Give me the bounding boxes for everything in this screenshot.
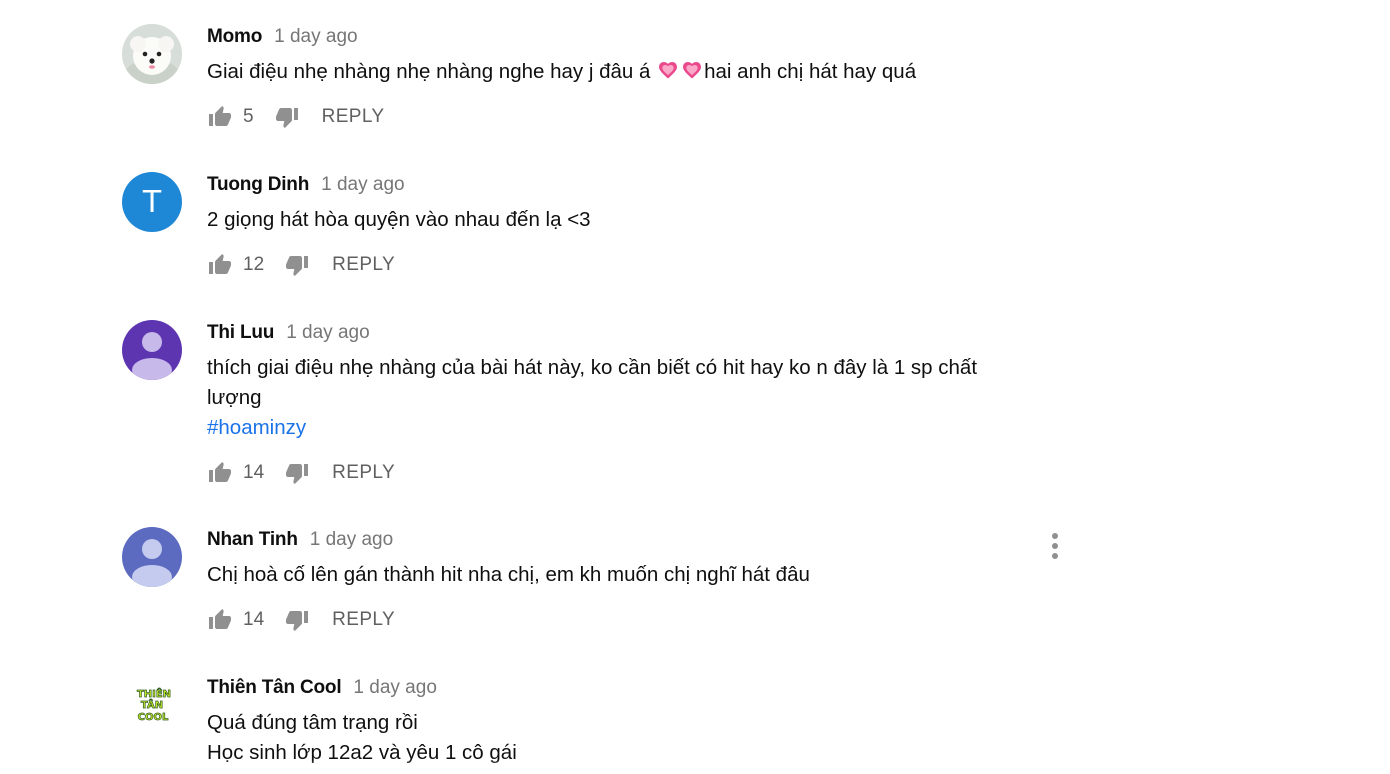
author-name[interactable]: Momo <box>207 26 262 48</box>
dislike-button[interactable] <box>284 252 310 278</box>
reply-button[interactable]: REPLY <box>332 609 395 631</box>
dislike-button[interactable] <box>284 460 310 486</box>
text-segment: hai anh chị hát hay quá <box>704 60 917 83</box>
timestamp[interactable]: 1 day ago <box>310 529 393 551</box>
like-count: 5 <box>243 106 254 127</box>
avatar-letter: T <box>142 184 162 220</box>
timestamp[interactable]: 1 day ago <box>274 26 357 48</box>
thumbs-down-icon <box>286 256 309 276</box>
more-vertical-icon <box>1052 533 1058 559</box>
comment-text: Quá đúng tâm trạng rồi Học sinh lớp 12a2… <box>207 708 1007 768</box>
avatar[interactable]: THIÊN TÂN COOL <box>122 675 182 735</box>
comment-header: Thiên Tân Cool 1 day ago <box>207 677 437 701</box>
like-count: 14 <box>243 462 265 483</box>
timestamp[interactable]: 1 day ago <box>353 677 436 699</box>
like-count: 14 <box>243 609 265 630</box>
logo-text: TÂN <box>141 698 163 711</box>
comment-line: Chị hoà cố lên gán thành hit nha chị, em… <box>207 563 810 586</box>
like-button[interactable] <box>207 252 233 278</box>
comment-text: 2 giọng hát hòa quyện vào nhau đến lạ <3 <box>207 205 1007 235</box>
thumbs-down-icon <box>275 108 298 128</box>
heart-emoji-icon <box>659 62 678 79</box>
channel-logo-icon: THIÊN TÂN COOL <box>137 687 172 724</box>
reply-button[interactable]: REPLY <box>332 462 395 484</box>
logo-text: THIÊN <box>137 687 171 700</box>
comment-actions: 12 REPLY <box>207 250 395 280</box>
comment-text: Chị hoà cố lên gán thành hit nha chị, em… <box>207 560 1007 590</box>
avatar[interactable] <box>122 527 182 587</box>
text-segment: Giai điệu nhẹ nhàng nhẹ nhàng nghe hay j… <box>207 60 657 83</box>
author-name[interactable]: Thiên Tân Cool <box>207 677 342 699</box>
like-button[interactable] <box>207 607 233 633</box>
timestamp[interactable]: 1 day ago <box>286 322 369 344</box>
thumbs-up-icon <box>209 462 231 482</box>
avatar[interactable]: T <box>122 172 182 232</box>
thumbs-down-icon <box>286 464 309 484</box>
thumbs-down-icon <box>286 611 309 631</box>
default-user-icon <box>132 539 172 587</box>
comment-menu-button[interactable] <box>1044 531 1066 561</box>
logo-text: COOL <box>138 712 169 723</box>
thumbs-up-icon <box>209 254 231 274</box>
comment-actions: 14 REPLY <box>207 605 395 635</box>
scroll-fade <box>0 760 1390 774</box>
comment-line: Quá đúng tâm trạng rồi <box>207 711 418 734</box>
reply-button[interactable]: REPLY <box>322 106 385 128</box>
author-name[interactable]: Tuong Dinh <box>207 174 309 196</box>
hashtag-link[interactable]: #hoaminzy <box>207 413 1007 443</box>
comment-text: Giai điệu nhẹ nhàng nhẹ nhàng nghe hay j… <box>207 57 1007 87</box>
dislike-button[interactable] <box>274 104 300 130</box>
comment-text: thích giai điệu nhẹ nhàng của bài hát nà… <box>207 353 1007 443</box>
default-user-icon <box>132 332 172 380</box>
timestamp[interactable]: 1 day ago <box>321 174 404 196</box>
comment-actions: 5 REPLY <box>207 102 384 132</box>
comment-header: Thi Luu 1 day ago <box>207 322 370 346</box>
comment-header: Tuong Dinh 1 day ago <box>207 174 405 198</box>
thumbs-up-icon <box>209 609 231 629</box>
comment-header: Nhan Tinh 1 day ago <box>207 529 393 553</box>
comment-line: Giai điệu nhẹ nhàng nhẹ nhàng nghe hay j… <box>207 57 1007 87</box>
thumbs-up-icon <box>209 106 231 126</box>
comment-line: 2 giọng hát hòa quyện vào nhau đến lạ <3 <box>207 208 591 231</box>
avatar[interactable] <box>122 320 182 380</box>
like-button[interactable] <box>207 104 233 130</box>
like-button[interactable] <box>207 460 233 486</box>
dislike-button[interactable] <box>284 607 310 633</box>
pomeranian-dog-photo-icon <box>122 24 182 84</box>
heart-emoji-icon <box>683 62 702 79</box>
reply-button[interactable]: REPLY <box>332 254 395 276</box>
comment-header: Momo 1 day ago <box>207 26 358 50</box>
comment-line: thích giai điệu nhẹ nhàng của bài hát nà… <box>207 356 978 379</box>
author-name[interactable]: Nhan Tinh <box>207 529 298 551</box>
comments-list: Momo 1 day ago Giai điệu nhẹ nhàng nhẹ n… <box>0 0 1390 774</box>
author-name[interactable]: Thi Luu <box>207 322 274 344</box>
like-count: 12 <box>243 254 265 275</box>
comment-line: lượng <box>207 386 262 409</box>
comment-actions: 14 REPLY <box>207 458 395 488</box>
avatar[interactable] <box>122 24 182 84</box>
